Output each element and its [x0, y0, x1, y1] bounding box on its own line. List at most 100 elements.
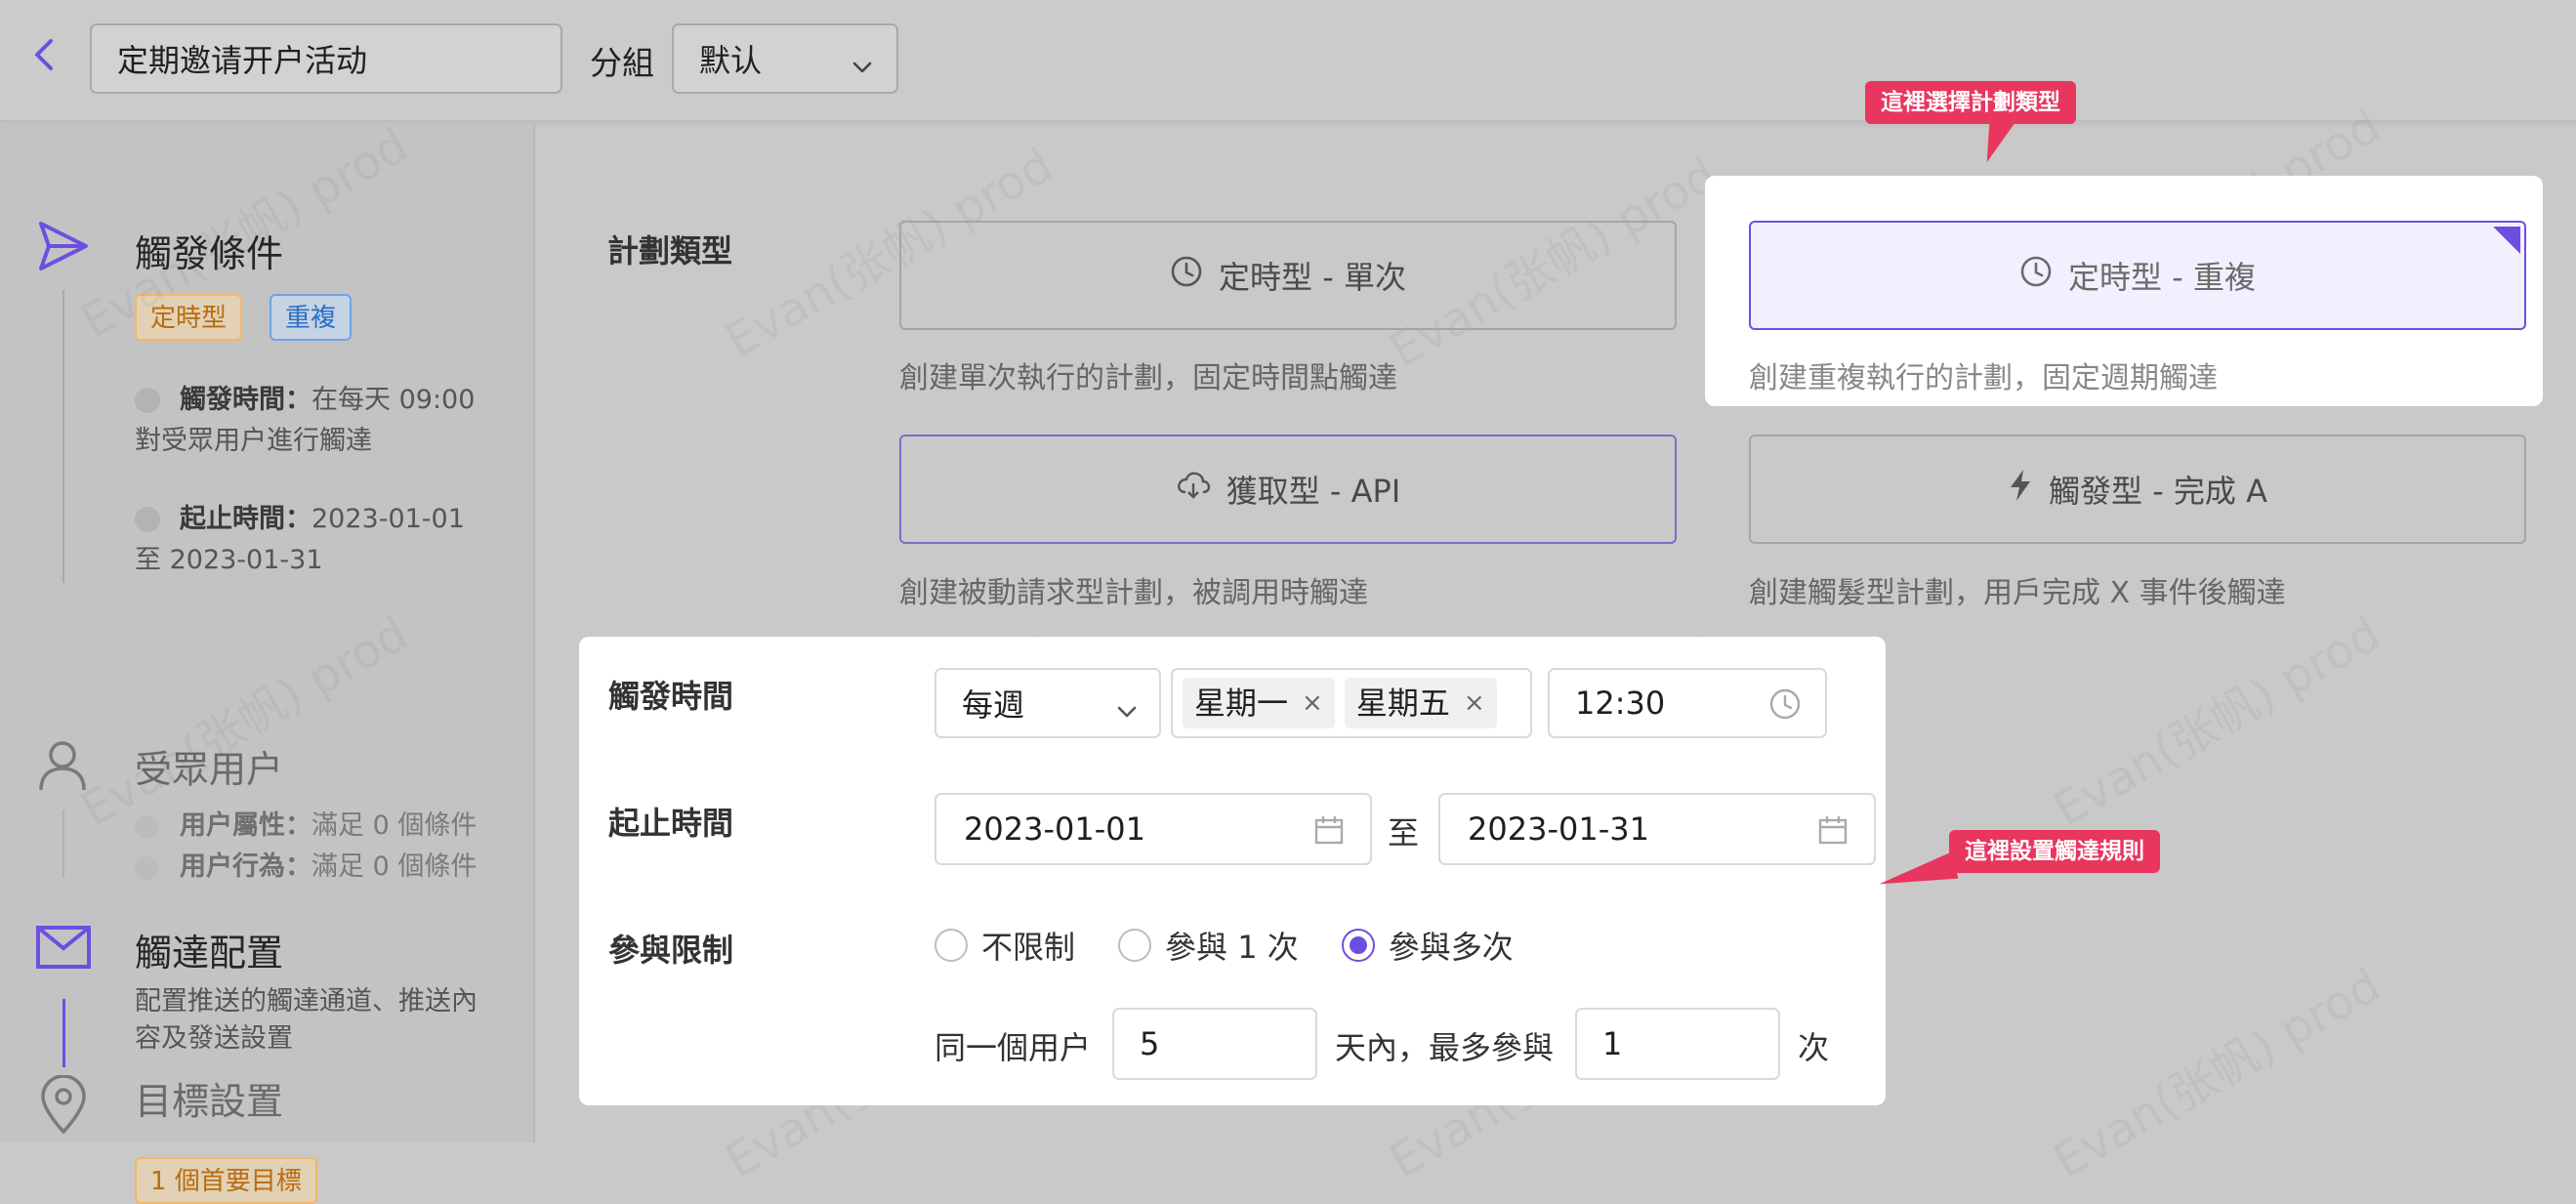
plan-card-desc: 創建單次執行的計劃，固定時間點觸達: [899, 361, 1397, 395]
plan-type-label: 計劃類型: [607, 232, 733, 270]
limit-radio-group: 不限制 參與 1 次 參與多次: [935, 922, 1514, 969]
trigger-time-value-2: 對受眾用户進行觸達: [135, 426, 372, 456]
delivery-desc: 配置推送的觸達通道、推送內 容及發送設置: [135, 983, 478, 1058]
times-value: 1: [1602, 1025, 1623, 1062]
user-icon: [35, 737, 90, 796]
days-count-input[interactable]: 5: [1112, 1008, 1317, 1080]
radio-label: 參與 1 次: [1165, 929, 1299, 966]
close-icon[interactable]: ×: [1302, 678, 1323, 728]
step-goal[interactable]: 目標設置 1 個首要目標: [0, 1074, 535, 1204]
to-label: 至: [1388, 814, 1420, 851]
step-connector-line: [62, 290, 64, 583]
plan-card-desc: 創建觸髮型計劃，用戶完成 X 事件後觸達: [1749, 576, 2286, 610]
radio-dot: [1349, 936, 1367, 954]
step-goal-title: 目標設置: [135, 1080, 284, 1123]
behavior-value: 滿足 0 個條件: [312, 851, 478, 882]
plan-card-desc: 創建被動請求型計劃，被調用時觸達: [899, 576, 1368, 610]
trigger-time-value: 在每天 09:00: [312, 385, 476, 415]
back-icon[interactable]: [25, 35, 61, 74]
step-delivery[interactable]: 觸達配置 配置推送的觸達通道、推送內 容及發送設置: [0, 895, 535, 1071]
activity-name-value: 定期邀请开户活动: [117, 42, 368, 79]
start-date-value: 2023-01-01: [964, 810, 1145, 848]
radio-multiple[interactable]: [1341, 929, 1375, 962]
tag-timed: 定時型: [135, 294, 243, 341]
times-unit-label: 次: [1798, 1029, 1830, 1066]
chevron-down-icon: [852, 49, 873, 86]
audience-behavior-info: 用户行為：滿足 0 個條件: [135, 847, 477, 888]
trigger-range-info: 起止時間：2023-01-01 至 2023-01-31: [135, 499, 525, 581]
tag-repeat: 重複: [270, 294, 353, 341]
limit-label: 參與限制: [608, 932, 734, 969]
plan-card-api[interactable]: 獲取型 - API: [899, 435, 1677, 544]
calendar-icon: [1817, 814, 1849, 853]
frequency-value: 每週: [962, 686, 1025, 724]
send-icon: [35, 218, 92, 278]
radio-once[interactable]: [1118, 929, 1152, 962]
callout-rules: 這裡設置觸達規則: [1949, 830, 2160, 873]
selected-corner-icon: [2493, 227, 2520, 254]
location-pin-icon: [39, 1074, 88, 1140]
close-icon[interactable]: ×: [1464, 678, 1485, 728]
mail-icon: [35, 925, 92, 974]
plan-card-title: 獲取型 - API: [1226, 473, 1401, 510]
activity-name-input[interactable]: 定期邀请开户活动: [90, 23, 562, 94]
trigger-range-value: 2023-01-01: [312, 504, 465, 534]
audience-attr-info: 用户屬性：滿足 0 個條件: [135, 806, 477, 847]
plan-card-trigger[interactable]: 觸發型 - 完成 A: [1749, 435, 2526, 544]
start-date-input[interactable]: 2023-01-01: [935, 793, 1372, 865]
top-bar: 定期邀请开户活动 分組 默认: [0, 0, 2576, 122]
clock-icon: [1768, 687, 1802, 728]
clock-icon: [2019, 255, 2053, 296]
frequency-select[interactable]: 每週: [935, 668, 1161, 738]
day-chip-label: 星期五: [1355, 685, 1450, 722]
trigger-range-value-2: 至 2023-01-31: [135, 545, 323, 575]
group-select[interactable]: 默认: [672, 23, 898, 94]
delivery-desc-line-1: 配置推送的觸達通道、推送內: [135, 986, 478, 1017]
radio-label: 不限制: [981, 929, 1076, 966]
range-label: 起止時間: [608, 805, 734, 842]
trigger-time-label: 觸發時間: [608, 678, 734, 715]
step-audience-title: 受眾用户: [135, 748, 284, 791]
step-audience[interactable]: 受眾用户 用户屬性：滿足 0 個條件 用户行為：滿足 0 個條件: [0, 593, 535, 886]
trigger-range-label: 起止時間：: [180, 504, 312, 534]
delivery-connector-line: [62, 999, 65, 1067]
day-chip[interactable]: 星期五 ×: [1344, 678, 1497, 728]
steps-sidebar: 觸發條件 定時型 重複 觸發時間：在每天 09:00 對受眾用户進行觸達 起止時…: [0, 124, 535, 1204]
plan-card-title: 觸發型 - 完成 A: [2049, 473, 2267, 510]
delivery-desc-line-2: 容及發送設置: [135, 1023, 293, 1054]
plan-card-timed-single[interactable]: 定時型 - 單次: [899, 221, 1677, 330]
plan-card-timed-repeat[interactable]: 定時型 - 重複: [1749, 221, 2526, 330]
plan-card-title: 定時型 - 單次: [1219, 259, 1406, 296]
times-input[interactable]: 1: [1575, 1008, 1780, 1080]
time-value: 12:30: [1575, 685, 1666, 722]
same-user-label: 同一個用户: [935, 1029, 1092, 1066]
radio-unlimited[interactable]: [935, 929, 968, 962]
callout-plan-type: 這裡選擇計劃類型: [1865, 81, 2076, 124]
clock-icon: [1170, 255, 1203, 296]
audience-connector-line: [62, 810, 64, 878]
days-count-value: 5: [1140, 1025, 1160, 1062]
step-trigger-title: 觸發條件: [135, 232, 284, 275]
end-date-value: 2023-01-31: [1468, 810, 1649, 848]
trigger-time-label: 觸發時間：: [180, 385, 312, 415]
step-trigger[interactable]: 觸發條件 定時型 重複 觸發時間：在每天 09:00 對受眾用户進行觸達 起止時…: [0, 124, 535, 593]
days-multiselect[interactable]: 星期一 × 星期五 ×: [1171, 668, 1532, 738]
step-delivery-title: 觸達配置: [135, 932, 284, 975]
day-chip[interactable]: 星期一 ×: [1183, 678, 1335, 728]
trigger-time-info: 觸發時間：在每天 09:00 對受眾用户進行觸達: [135, 380, 525, 462]
end-date-input[interactable]: 2023-01-31: [1438, 793, 1876, 865]
rules-form-highlight: 觸發時間 每週 星期一 × 星期五 × 12:30 起止時間 2023-01-01 …: [579, 637, 1886, 1105]
group-label: 分組: [590, 44, 654, 82]
calendar-icon: [1313, 814, 1345, 853]
lightning-icon: [2008, 469, 2033, 510]
plan-card-desc: 創建重複執行的計劃，固定週期觸達: [1749, 361, 2218, 395]
within-label: 天內，最多參與: [1335, 1029, 1555, 1066]
behavior-label: 用户行為：: [180, 851, 312, 882]
time-picker[interactable]: 12:30: [1548, 668, 1827, 738]
group-select-value: 默认: [699, 42, 763, 79]
cloud-download-icon: [1176, 471, 1211, 508]
attr-label: 用户屬性：: [180, 810, 312, 841]
radio-label: 參與多次: [1388, 929, 1514, 966]
chevron-down-icon: [1116, 693, 1138, 730]
goal-badge: 1 個首要目標: [135, 1157, 317, 1204]
